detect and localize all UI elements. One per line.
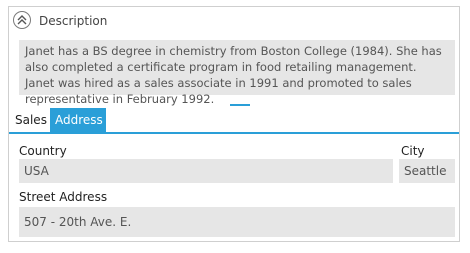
tab-strip: Sales Address xyxy=(9,108,459,134)
city-label: City xyxy=(401,144,425,158)
country-field[interactable]: USA xyxy=(19,159,393,183)
employee-card: Description Janet has a BS degree in che… xyxy=(8,6,460,242)
description-header: Description xyxy=(9,7,459,35)
collapse-button[interactable] xyxy=(13,11,31,29)
tab-address[interactable]: Address xyxy=(50,108,106,132)
splitter-handle[interactable] xyxy=(230,104,250,106)
street-address-field[interactable]: 507 - 20th Ave. E. xyxy=(19,207,455,237)
tab-sales[interactable]: Sales xyxy=(10,108,52,132)
description-text[interactable]: Janet has a BS degree in chemistry from … xyxy=(19,40,455,106)
country-label: Country xyxy=(19,144,67,158)
street-address-label: Street Address xyxy=(19,190,108,204)
description-title: Description xyxy=(39,14,108,28)
city-field[interactable]: Seattle xyxy=(399,159,455,183)
double-chevron-up-icon xyxy=(17,15,27,25)
